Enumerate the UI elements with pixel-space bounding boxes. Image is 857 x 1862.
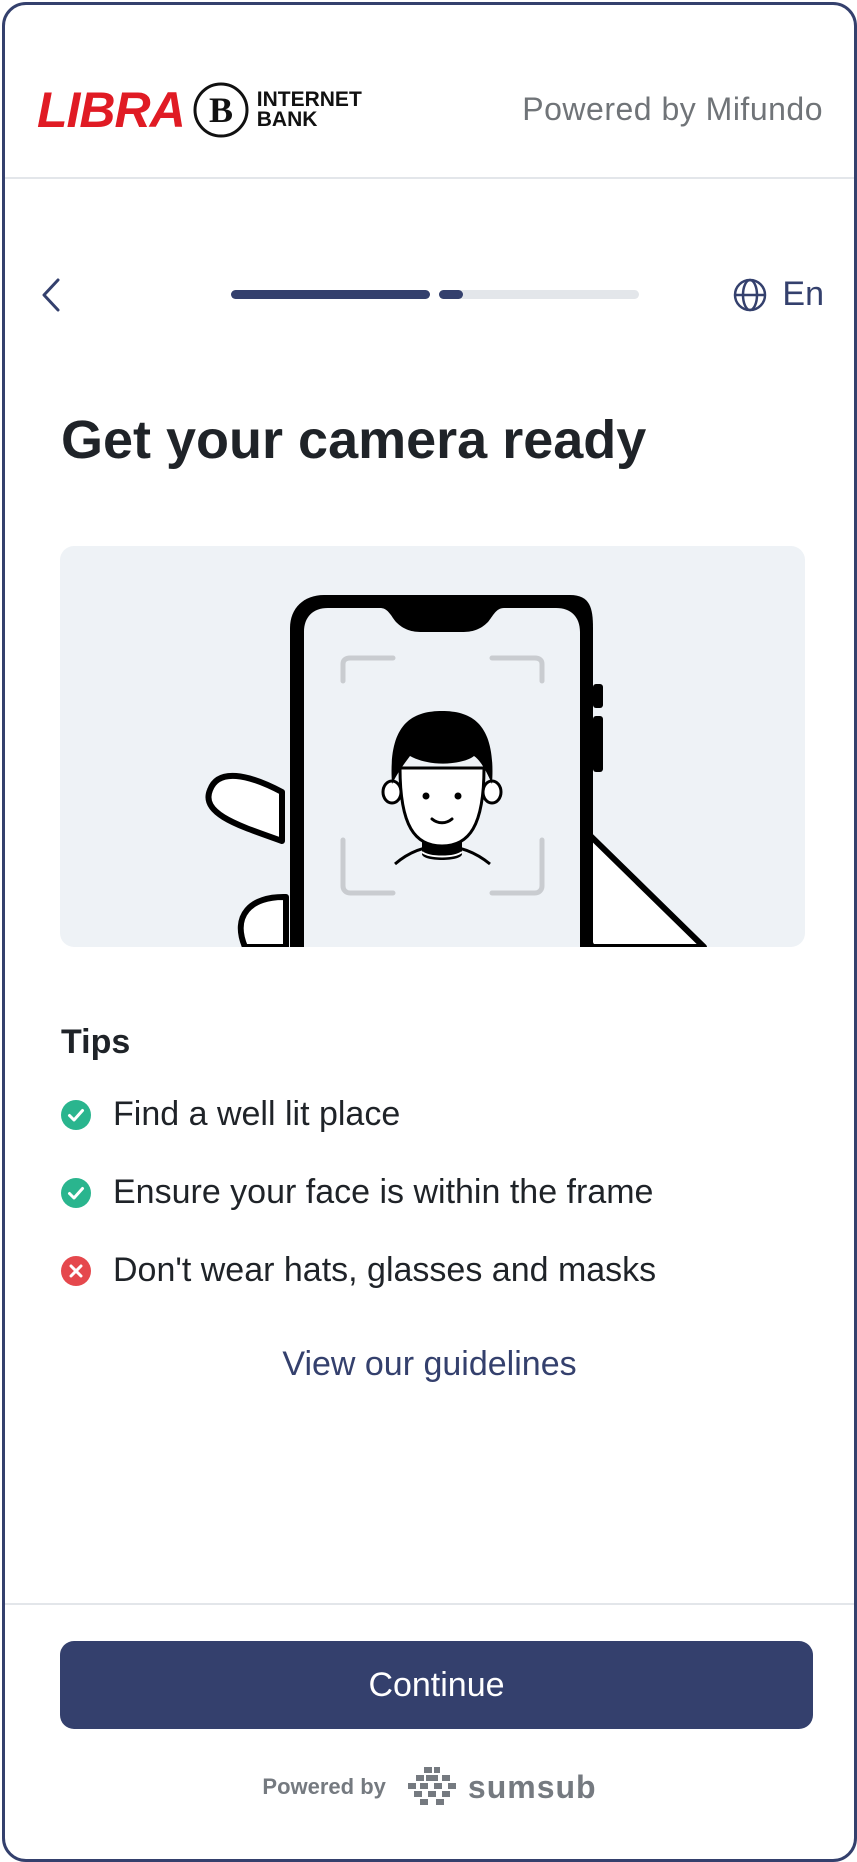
- tip-text: Don't wear hats, glasses and masks: [113, 1251, 657, 1289]
- logo-emblem-icon: B: [193, 82, 249, 138]
- powered-by-mifundo: Powered by Mifundo: [522, 91, 823, 127]
- tip-text: Ensure your face is within the frame: [113, 1173, 654, 1211]
- progress-step-2: [439, 290, 639, 299]
- tip-item: Don't wear hats, glasses and masks: [61, 1251, 656, 1290]
- phone-selfie-icon: [205, 595, 707, 947]
- camera-illustration: [60, 546, 805, 947]
- logo-bank-text: INTERNET BANK: [256, 88, 362, 131]
- sumsub-brand: sumsub: [467, 1768, 597, 1805]
- tip-text: Find a well lit place: [113, 1095, 401, 1133]
- logo-bank-line2: BANK: [256, 108, 318, 131]
- check-circle-icon: [61, 1099, 91, 1130]
- top-bar: LIBRA B INTERNET BANK Powered by Mifundo: [5, 5, 854, 179]
- x-circle-icon: [61, 1255, 91, 1286]
- check-circle-icon: [61, 1177, 91, 1208]
- language-label: En: [782, 275, 824, 313]
- progress-bar: [231, 290, 639, 299]
- app-frame: LIBRA B INTERNET BANK Powered by Mifundo…: [2, 2, 857, 1862]
- progress-step-2-fill: [439, 290, 463, 299]
- powered-by-sumsub: Powered by sumsub: [5, 1765, 854, 1809]
- logo-text: LIBRA: [37, 82, 186, 138]
- language-selector[interactable]: En: [732, 275, 824, 314]
- tip-item: Find a well lit place: [61, 1095, 400, 1134]
- page-title: Get your camera ready: [61, 410, 647, 470]
- chevron-left-icon[interactable]: [38, 275, 68, 315]
- view-guidelines-link[interactable]: View our guidelines: [5, 1345, 854, 1384]
- tip-item: Ensure your face is within the frame: [61, 1173, 653, 1212]
- progress-step-1: [231, 290, 430, 299]
- footer-divider: [5, 1603, 854, 1605]
- tips-heading: Tips: [61, 1023, 131, 1061]
- sumsub-logo-icon: [407, 1767, 456, 1805]
- continue-button[interactable]: Continue: [60, 1641, 813, 1729]
- globe-icon: [734, 278, 767, 311]
- logo-bank-line1: INTERNET: [256, 88, 362, 111]
- powered-by-label: Powered by: [262, 1774, 386, 1799]
- logo-emblem-letter: B: [209, 90, 233, 130]
- libra-logo: LIBRA B INTERNET BANK: [37, 79, 362, 141]
